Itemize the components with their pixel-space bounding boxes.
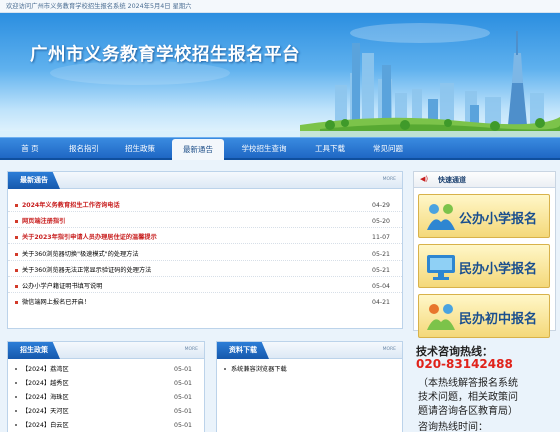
- nav-item-home[interactable]: 首 页: [6, 138, 54, 159]
- list-item[interactable]: 【2024】越秀区 05-01: [8, 377, 204, 390]
- notices-more-link[interactable]: MORE: [383, 177, 396, 182]
- policy-item-title[interactable]: 【2024】越秀区: [22, 377, 69, 390]
- notice-title[interactable]: 关于360浏览器切换"极速模式"的处理方法: [22, 248, 139, 261]
- private-primary-signup-button[interactable]: 民办小学报名: [418, 244, 550, 288]
- policy-panel-header: 招生政策 MORE: [8, 342, 204, 359]
- list-item[interactable]: 【2024】白云区 05-01: [8, 419, 204, 432]
- city-skyline-illustration: [0, 23, 560, 137]
- hotline-number[interactable]: 020-83142488: [416, 357, 556, 371]
- private-junior-high-signup-label: 民办初中报名: [459, 312, 538, 327]
- notice-title[interactable]: 关于2023年指引申请人员办理居住证的温馨提示: [22, 231, 157, 244]
- bullet-icon: [15, 204, 18, 207]
- notice-date: 05-21: [372, 267, 390, 274]
- page: 欢迎访问广州市义务教育学校招生报名系统 2024年5月4日 星期六 广州市义务教…: [0, 0, 560, 432]
- bullet-icon: [15, 410, 17, 412]
- private-junior-high-signup-button[interactable]: 民办初中报名: [418, 294, 550, 338]
- policy-item-date: 05-01: [174, 366, 192, 373]
- list-item[interactable]: 系统兼容浏览器下载: [217, 363, 402, 376]
- nav-item-policy[interactable]: 招生政策: [114, 138, 166, 159]
- canton-tower: [508, 31, 527, 125]
- bullet-icon: [15, 236, 18, 239]
- downloads-title: 资料下载: [217, 342, 269, 359]
- downloads-more-link[interactable]: MORE: [383, 347, 396, 352]
- public-primary-signup-button[interactable]: 公办小学报名: [418, 194, 550, 238]
- nav-item-downloads[interactable]: 工具下载: [304, 138, 356, 159]
- notice-title[interactable]: 2024年义务教育招生工作咨询电话: [22, 199, 120, 212]
- list-item[interactable]: 关于2023年指引申请人员办理居住证的温馨提示 11-07: [8, 231, 402, 244]
- hotline-note-line: 题请咨询各区教育局）: [418, 406, 518, 417]
- quick-channel-panel: ◀) 快速通道 公办小学报名 民办小学报名 民办初中报名: [413, 171, 556, 338]
- policy-item-date: 05-01: [174, 422, 192, 429]
- platform-title: 广州市义务教育学校招生报名平台: [30, 45, 300, 65]
- policy-item-title[interactable]: 【2024】白云区: [22, 419, 69, 432]
- private-primary-signup-label: 民办小学报名: [459, 262, 538, 277]
- notice-date: 04-29: [372, 202, 390, 209]
- hotline-note-line: （本热线解答报名系统: [418, 378, 518, 389]
- main-nav: 首 页 报名指引 招生政策 最新通告 学校招生查询 工具下载 常见问题: [0, 137, 560, 160]
- bullet-icon: [15, 285, 18, 288]
- welcome-bar: 欢迎访问广州市义务教育学校招生报名系统 2024年5月4日 星期六: [0, 0, 560, 13]
- policy-item-title[interactable]: 【2024】海珠区: [22, 391, 69, 404]
- list-item[interactable]: 关于360浏览器切换"极速模式"的处理方法 05-21: [8, 248, 402, 261]
- policy-title: 招生政策: [8, 342, 60, 359]
- bullet-icon: [15, 424, 17, 426]
- list-item[interactable]: 【2024】天河区 05-01: [8, 405, 204, 418]
- notice-date: 05-21: [372, 251, 390, 258]
- monitor-icon: [427, 255, 455, 280]
- policy-panel: 招生政策 MORE 【2024】荔湾区 05-01 【2024】越秀区 05-0…: [7, 341, 205, 432]
- policy-item-date: 05-01: [174, 380, 192, 387]
- notice-date: 05-04: [372, 283, 390, 290]
- bullet-icon: [15, 396, 17, 398]
- children-icon: [427, 304, 455, 330]
- nav-item-faq[interactable]: 常见问题: [362, 138, 414, 159]
- notice-title[interactable]: 微信端网上报名已开启！: [22, 296, 90, 309]
- list-item[interactable]: 公办小学户籍证明书填写说明 05-04: [8, 280, 402, 293]
- bullet-icon: [15, 253, 18, 256]
- list-item[interactable]: 网页端注册指引 05-20: [8, 215, 402, 228]
- nav-item-guide[interactable]: 报名指引: [58, 138, 110, 159]
- notice-title[interactable]: 关于360浏览器无法正常显示验证码的处理方法: [22, 264, 151, 277]
- quick-channel-title: 快速通道: [438, 176, 466, 184]
- list-item[interactable]: 【2024】荔湾区 05-01: [8, 363, 204, 376]
- notice-date: 05-20: [372, 218, 390, 225]
- policy-more-link[interactable]: MORE: [185, 347, 198, 352]
- bullet-icon: [15, 220, 18, 223]
- notice-title[interactable]: 公办小学户籍证明书填写说明: [22, 280, 102, 293]
- notices-panel: 最新通告 MORE 2024年义务教育招生工作咨询电话 04-29 网页端注册指…: [7, 171, 403, 329]
- list-item[interactable]: 2024年义务教育招生工作咨询电话 04-29: [8, 199, 402, 212]
- downloads-panel: 资料下载 MORE 系统兼容浏览器下载: [216, 341, 403, 432]
- notices-title: 最新通告: [8, 172, 60, 189]
- policy-item-title[interactable]: 【2024】荔湾区: [22, 363, 69, 376]
- nav-item-school-query[interactable]: 学校招生查询: [232, 138, 296, 159]
- public-primary-signup-label: 公办小学报名: [459, 212, 538, 227]
- nav-item-notices[interactable]: 最新通告: [172, 139, 224, 160]
- quick-channel-header: ◀) 快速通道: [414, 172, 555, 188]
- policy-item-date: 05-01: [174, 394, 192, 401]
- bullet-icon: [15, 368, 17, 370]
- bullet-icon: [224, 368, 226, 370]
- downloads-panel-header: 资料下载 MORE: [217, 342, 402, 359]
- bullet-icon: [15, 301, 18, 304]
- policy-item-title[interactable]: 【2024】天河区: [22, 405, 69, 418]
- download-item-title[interactable]: 系统兼容浏览器下载: [231, 363, 287, 376]
- bullet-icon: [15, 269, 18, 272]
- hotline-note-line: 技术问题，相关政策问: [418, 392, 518, 403]
- hotline-note-line: 咨询热线时间：: [418, 422, 488, 432]
- children-icon: [427, 204, 455, 230]
- bullet-icon: [15, 382, 17, 384]
- notices-panel-header: 最新通告 MORE: [8, 172, 402, 189]
- list-item[interactable]: 【2024】海珠区 05-01: [8, 391, 204, 404]
- notice-title[interactable]: 网页端注册指引: [22, 215, 65, 228]
- list-item[interactable]: 关于360浏览器无法正常显示验证码的处理方法 05-21: [8, 264, 402, 277]
- header-banner: 广州市义务教育学校招生报名平台: [0, 13, 560, 137]
- list-item[interactable]: 微信端网上报名已开启！ 04-21: [8, 296, 402, 309]
- notice-date: 11-07: [372, 234, 390, 241]
- notice-date: 04-21: [372, 299, 390, 306]
- speaker-icon: ◀): [420, 175, 429, 183]
- policy-item-date: 05-01: [174, 408, 192, 415]
